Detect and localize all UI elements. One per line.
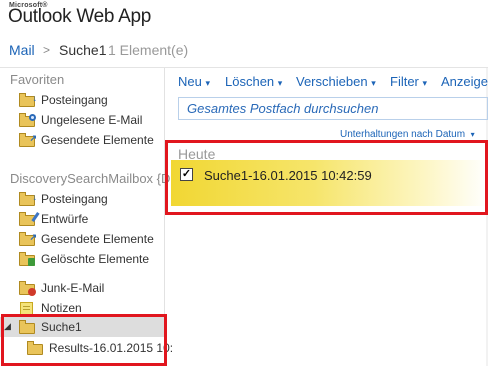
sidebar-item-label: Entwürfe [41,212,89,226]
view-button[interactable]: Anzeige [441,74,488,89]
breadcrumb-separator: > [43,43,51,57]
sidebar-item-label: Gesendete Elemente [41,232,154,246]
sidebar-item-favorites-inbox[interactable]: ↓ Posteingang [19,91,108,109]
sent-folder-icon: ↗ [19,232,37,246]
chevron-down-icon: ▾ [277,78,283,88]
search-box[interactable] [178,97,488,120]
inbox-folder-icon: ↓ [19,192,37,206]
inbox-folder-icon: ↓ [19,93,37,107]
sent-folder-icon: ↗ [19,133,37,147]
chevron-down-icon: ▾ [422,78,428,88]
drafts-folder-icon [19,212,40,226]
sidebar-item-label: Gelöschte Elemente [41,252,150,266]
mailbox-section-title[interactable]: DiscoverySearchMailbox {D [10,171,170,186]
sidebar-item-junk[interactable]: Junk-E-Mail [19,279,104,297]
sidebar-item-deleted[interactable]: Gelöschte Elemente [19,250,149,268]
sidebar-item-label: Posteingang [41,192,108,206]
search-folder-icon [19,113,36,127]
sidebar-item-sent[interactable]: ↗ Gesendete Elemente [19,230,154,248]
breadcrumb-current: Suche1 [59,42,107,58]
delete-button[interactable]: Löschen ▾ [225,74,282,89]
header-divider [0,67,488,68]
chevron-down-icon: ▾ [470,130,475,139]
sidebar-item-label: Posteingang [41,93,108,107]
sidebar-item-label: Notizen [41,301,82,315]
sidebar-item-unread-mail[interactable]: Ungelesene E-Mail [19,111,142,129]
filter-button[interactable]: Filter ▾ [390,74,427,89]
favorites-section-title[interactable]: Favoriten [10,72,64,87]
sidebar-item-label: Gesendete Elemente [41,133,154,147]
sidebar-item-drafts[interactable]: Entwürfe [19,210,88,228]
search-input[interactable] [179,98,487,119]
junk-folder-icon [19,281,36,296]
move-button[interactable]: Verschieben ▾ [296,74,376,89]
new-button[interactable]: Neu ▾ [178,74,210,89]
chevron-down-icon: ▾ [371,78,376,88]
sidebar-item-favorites-sent[interactable]: ↗ Gesendete Elemente [19,131,154,149]
sidebar-item-label: Junk-E-Mail [41,281,105,295]
sidebar-item-inbox[interactable]: ↓ Posteingang [19,190,108,208]
deleted-folder-icon [19,252,35,266]
sidebar-item-label: Ungelesene E-Mail [41,113,143,127]
app-title: Outlook Web App [8,6,152,27]
conversation-sort-dropdown[interactable]: Unterhaltungen nach Datum ▾ [340,129,475,140]
item-count: 1 Element(e) [108,42,189,58]
highlight-box-sidebar [1,314,167,366]
chevron-down-icon: ▾ [205,78,211,88]
notes-icon [19,301,35,315]
breadcrumb-mail-link[interactable]: Mail [9,42,35,58]
highlight-box-message [165,140,488,215]
